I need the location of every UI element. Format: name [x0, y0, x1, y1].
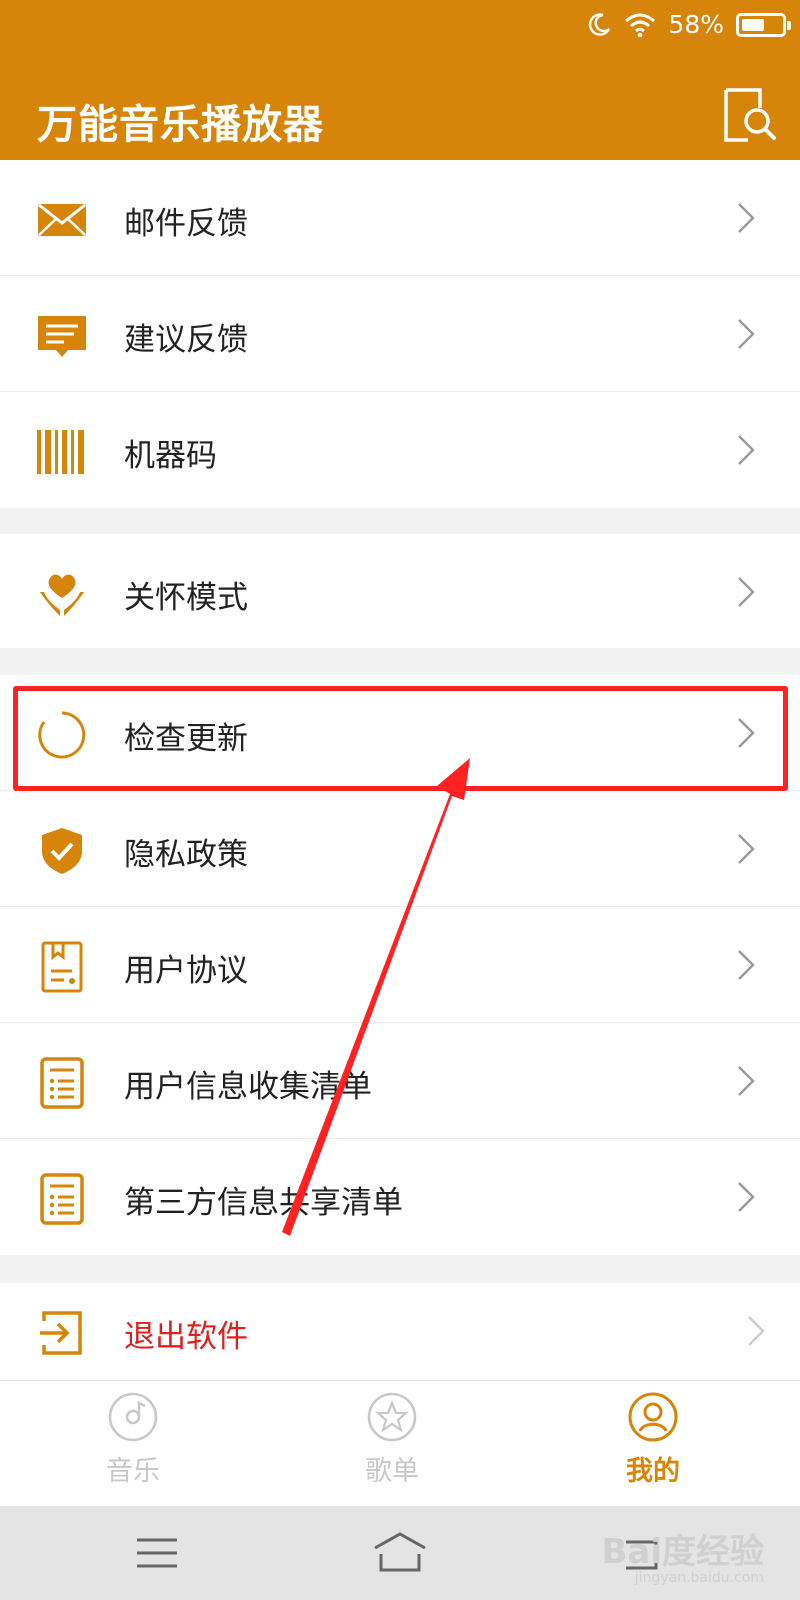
- update-circle-icon: [38, 711, 86, 759]
- bottom-tab-bar: 音乐 歌单 我的: [0, 1380, 800, 1506]
- search-document-icon[interactable]: [718, 86, 778, 146]
- menu-item-label: 用户协议: [124, 953, 248, 989]
- home-icon[interactable]: [365, 1528, 435, 1578]
- tab-music[interactable]: 音乐: [73, 1391, 193, 1501]
- chevron-right-icon: [738, 718, 755, 748]
- menu-item-label: 退出软件: [124, 1319, 248, 1355]
- menu-item-privacy-policy[interactable]: 隐私政策: [0, 791, 800, 907]
- app-title: 万能音乐播放器: [37, 102, 324, 148]
- menu-group-about: 检查更新 隐私政策 用户协议 用户信息收集清单 第三方信息共享清单: [0, 675, 800, 1255]
- menu-item-info-collection-list[interactable]: 用户信息收集清单: [0, 1023, 800, 1139]
- menu-icon[interactable]: [122, 1528, 192, 1578]
- menu-item-label: 隐私政策: [124, 837, 248, 873]
- menu-item-label: 机器码: [124, 438, 217, 474]
- menu-item-third-party-sharing-list[interactable]: 第三方信息共享清单: [0, 1139, 800, 1255]
- list-doc-icon: [40, 1173, 84, 1225]
- music-disc-icon: [108, 1392, 158, 1442]
- menu-item-label: 关怀模式: [124, 580, 248, 616]
- chevron-right-icon: [738, 203, 755, 233]
- status-bar: 58%: [0, 0, 800, 56]
- chevron-right-icon: [738, 435, 755, 465]
- care-hands-icon: [40, 574, 84, 616]
- chevron-right-icon: [738, 834, 755, 864]
- menu-item-care-mode[interactable]: 关怀模式: [0, 534, 800, 648]
- menu-item-label: 邮件反馈: [124, 206, 248, 242]
- system-nav-bar: Bai度经验 jingyan.baidu.com: [0, 1506, 800, 1600]
- message-icon: [38, 316, 86, 357]
- chevron-right-icon: [738, 577, 755, 607]
- menu-item-user-agreement[interactable]: 用户协议: [0, 907, 800, 1023]
- tab-label: 我的: [626, 1456, 680, 1487]
- chevron-right-icon: [748, 1316, 765, 1346]
- status-icons: 58%: [586, 10, 791, 39]
- menu-item-mail-feedback[interactable]: 邮件反馈: [0, 160, 800, 276]
- menu-group-exit: 退出软件: [0, 1283, 800, 1380]
- menu-group-care: 关怀模式: [0, 534, 800, 648]
- exit-icon: [40, 1311, 82, 1355]
- moon-icon: [589, 12, 611, 36]
- barcode-icon: [37, 430, 84, 474]
- menu-item-suggestion-feedback[interactable]: 建议反馈: [0, 276, 800, 392]
- battery-level: [742, 18, 765, 31]
- tab-mine[interactable]: 我的: [593, 1391, 713, 1501]
- shield-check-icon: [42, 828, 82, 874]
- tab-label: 音乐: [106, 1456, 160, 1487]
- menu-item-exit-app[interactable]: 退出软件: [0, 1283, 800, 1380]
- chevron-right-icon: [738, 1182, 755, 1212]
- chevron-right-icon: [738, 319, 755, 349]
- watermark-url: jingyan.baidu.com: [634, 1570, 764, 1586]
- menu-group-feedback: 邮件反馈 建议反馈 机器码: [0, 160, 800, 508]
- user-icon: [628, 1392, 678, 1442]
- menu-item-label: 建议反馈: [124, 322, 248, 358]
- mail-icon: [38, 203, 86, 236]
- battery-percent: 58%: [668, 10, 724, 39]
- menu-item-label: 用户信息收集清单: [124, 1069, 372, 1105]
- menu-item-label: 第三方信息共享清单: [124, 1185, 403, 1221]
- watermark-logo: Bai度经验: [601, 1532, 764, 1572]
- star-icon: [367, 1392, 417, 1442]
- menu-item-machine-code[interactable]: 机器码: [0, 392, 800, 508]
- chevron-right-icon: [738, 1066, 755, 1096]
- tab-label: 歌单: [365, 1456, 419, 1487]
- menu-item-label: 检查更新: [124, 721, 248, 757]
- wifi-icon: [625, 13, 656, 37]
- agreement-doc-icon: [41, 941, 83, 993]
- battery-icon: [736, 12, 791, 37]
- tab-playlist[interactable]: 歌单: [332, 1391, 452, 1501]
- chevron-right-icon: [738, 950, 755, 980]
- menu-item-check-update[interactable]: 检查更新: [0, 675, 800, 791]
- list-doc-icon: [40, 1057, 84, 1109]
